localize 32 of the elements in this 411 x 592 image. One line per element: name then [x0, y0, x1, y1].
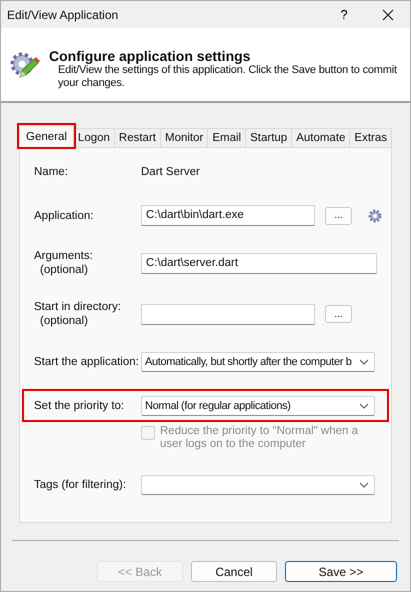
chevron-down-icon — [359, 402, 369, 408]
chevron-down-icon — [359, 358, 369, 364]
chevron-down-icon — [359, 482, 369, 488]
dropdown[interactable]: Automatically, but shortly after the computer b — [141, 352, 375, 372]
field-label: Name: — [34, 164, 69, 178]
tab[interactable]: General — [19, 125, 74, 147]
tab[interactable]: Extras — [349, 128, 392, 147]
checkbox-label: Reduce the priority to "Normal" when a user logs on to the computer — [160, 425, 360, 451]
field-label: Start the application: — [34, 354, 140, 368]
settings-icon[interactable] — [368, 208, 382, 222]
field-label: Start in directory: — [34, 300, 122, 314]
close-icon — [382, 8, 394, 20]
window-title: Edit/View Application — [7, 8, 120, 22]
field-label: Tags (for filtering): — [34, 478, 128, 492]
browse-button[interactable]: ... — [325, 305, 352, 323]
dropdown[interactable] — [141, 474, 375, 494]
browse-button[interactable]: ... — [325, 206, 352, 224]
header-description: Edit/View the settings of this application. Click the Save button to commit your changes. — [58, 64, 398, 90]
dialog-button[interactable]: Save >> — [285, 561, 397, 582]
field-label: Application: — [34, 208, 94, 222]
dialog-button[interactable]: Cancel — [191, 561, 277, 582]
dropdown[interactable]: Normal (for regular applications) — [141, 396, 375, 416]
field-label: Set the priority to: — [34, 398, 126, 412]
field-hint: (optional) — [39, 314, 89, 328]
field-label: Arguments: — [34, 249, 94, 263]
help-button[interactable]: ? — [322, 1, 366, 28]
field-hint: (optional) — [39, 263, 89, 277]
name-value: Dart Server — [141, 166, 200, 178]
input-field[interactable] — [141, 304, 315, 324]
input-field[interactable]: C:\dart\bin\dart.exe — [141, 205, 315, 226]
header-title: Configure application settings — [49, 48, 252, 64]
input-field[interactable]: C:\dart\server.dart — [141, 252, 377, 274]
